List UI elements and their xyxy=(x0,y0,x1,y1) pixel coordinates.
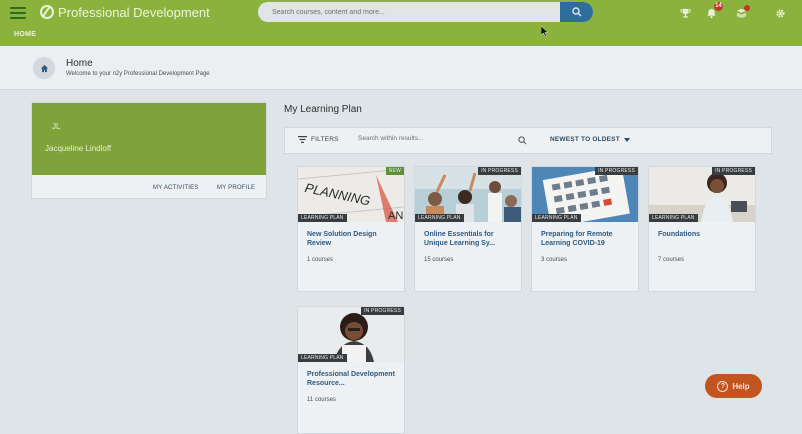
search-input[interactable] xyxy=(258,8,560,16)
card-thumbnail: PLANNING AN LEARNING PLAN NEW xyxy=(298,167,404,222)
learning-plan-card[interactable]: PLANNING AN LEARNING PLAN NEW New Soluti… xyxy=(297,166,405,292)
card-course-count: 3 courses xyxy=(541,257,568,263)
search-icon[interactable] xyxy=(518,136,527,145)
user-name: Jacqueline Lindloff xyxy=(45,144,112,153)
my-profile-link[interactable]: MY PROFILE xyxy=(217,185,255,191)
card-course-count: 11 courses xyxy=(307,397,336,403)
card-course-count: 7 courses xyxy=(658,257,685,263)
filters-label: FILTERS xyxy=(311,136,339,143)
card-status-badge: IN PROGRESS xyxy=(595,167,638,175)
page-title: Home xyxy=(66,58,93,69)
card-status-badge: IN PROGRESS xyxy=(361,307,404,315)
sort-label: NEWEST TO OLDEST xyxy=(550,136,620,143)
card-type-tag: LEARNING PLAN xyxy=(415,214,464,222)
results-search-input[interactable] xyxy=(358,135,528,142)
logo-icon xyxy=(40,5,54,19)
filter-bar: FILTERS NEWEST TO OLDEST xyxy=(284,127,772,154)
page-subtitle: Welcome to your n2y Professional Develop… xyxy=(66,71,210,77)
message-dot xyxy=(744,5,750,11)
card-status-badge: IN PROGRESS xyxy=(712,167,755,175)
home-icon xyxy=(40,64,48,72)
home-button[interactable] xyxy=(33,57,55,79)
page-header: Home Welcome to your n2y Professional De… xyxy=(0,46,802,90)
card-thumbnail: LEARNING PLAN IN PROGRESS xyxy=(532,167,638,222)
my-activities-link[interactable]: MY ACTIVITIES xyxy=(153,185,199,191)
learning-plan-heading: My Learning Plan xyxy=(284,104,362,115)
card-title[interactable]: Professional Development Resource... xyxy=(307,370,399,388)
card-title[interactable]: Online Essentials for Unique Learning Sy… xyxy=(424,230,516,248)
card-type-tag: LEARNING PLAN xyxy=(532,214,581,222)
card-status-badge: IN PROGRESS xyxy=(478,167,521,175)
messages-button[interactable] xyxy=(734,5,750,20)
card-status-badge: NEW xyxy=(385,167,404,175)
mouse-cursor-icon xyxy=(541,26,549,37)
card-title[interactable]: New Solution Design Review xyxy=(307,230,399,248)
sort-dropdown[interactable]: NEWEST TO OLDEST xyxy=(550,136,630,143)
filter-icon xyxy=(298,136,307,143)
help-button[interactable]: ? Help xyxy=(705,374,762,398)
card-thumbnail: LEARNING PLAN IN PROGRESS xyxy=(415,167,521,222)
trophy-icon xyxy=(679,8,691,18)
card-type-tag: LEARNING PLAN xyxy=(649,214,698,222)
help-label: Help xyxy=(732,381,750,391)
trophy-button[interactable] xyxy=(678,6,692,20)
breadcrumb-home[interactable]: HOME xyxy=(14,31,36,38)
card-title[interactable]: Foundations xyxy=(658,230,750,239)
learning-plan-card[interactable]: LEARNING PLAN IN PROGRESS Preparing for … xyxy=(531,166,639,292)
caret-down-icon xyxy=(623,137,630,142)
app-logo[interactable]: Professional Development xyxy=(40,4,210,20)
profile-banner: JL Jacqueline Lindloff xyxy=(32,103,266,175)
global-search xyxy=(258,2,593,22)
settings-button[interactable] xyxy=(773,6,787,20)
card-type-tag: LEARNING PLAN xyxy=(298,214,347,222)
app-title: Professional Development xyxy=(58,4,210,20)
svg-text:AN: AN xyxy=(388,210,403,222)
card-course-count: 1 courses xyxy=(307,257,334,263)
learning-plan-card[interactable]: LEARNING PLAN IN PROGRESS Professional D… xyxy=(297,306,405,434)
profile-card: JL Jacqueline Lindloff MY ACTIVITIES MY … xyxy=(31,102,267,199)
card-thumbnail: LEARNING PLAN IN PROGRESS xyxy=(298,307,404,362)
card-course-count: 15 courses xyxy=(424,257,454,263)
learning-plan-card[interactable]: LEARNING PLAN IN PROGRESS Online Essenti… xyxy=(414,166,522,292)
search-icon xyxy=(571,7,581,17)
menu-icon[interactable] xyxy=(10,7,26,19)
card-thumbnail: LEARNING PLAN IN PROGRESS xyxy=(649,167,755,222)
help-icon: ? xyxy=(717,380,729,392)
filters-button[interactable]: FILTERS xyxy=(298,136,339,143)
top-bar: Professional Development HOME 14 xyxy=(0,0,802,46)
learning-plan-card[interactable]: LEARNING PLAN IN PROGRESS Foundations 7 … xyxy=(648,166,756,292)
avatar-initials: JL xyxy=(52,122,61,131)
card-type-tag: LEARNING PLAN xyxy=(298,354,347,362)
card-title[interactable]: Preparing for Remote Learning COVID-19 xyxy=(541,230,633,248)
search-button[interactable] xyxy=(560,2,593,22)
gear-icon xyxy=(775,8,785,18)
notifications-button[interactable]: 14 xyxy=(704,2,723,20)
notification-badge: 14 xyxy=(714,2,723,11)
